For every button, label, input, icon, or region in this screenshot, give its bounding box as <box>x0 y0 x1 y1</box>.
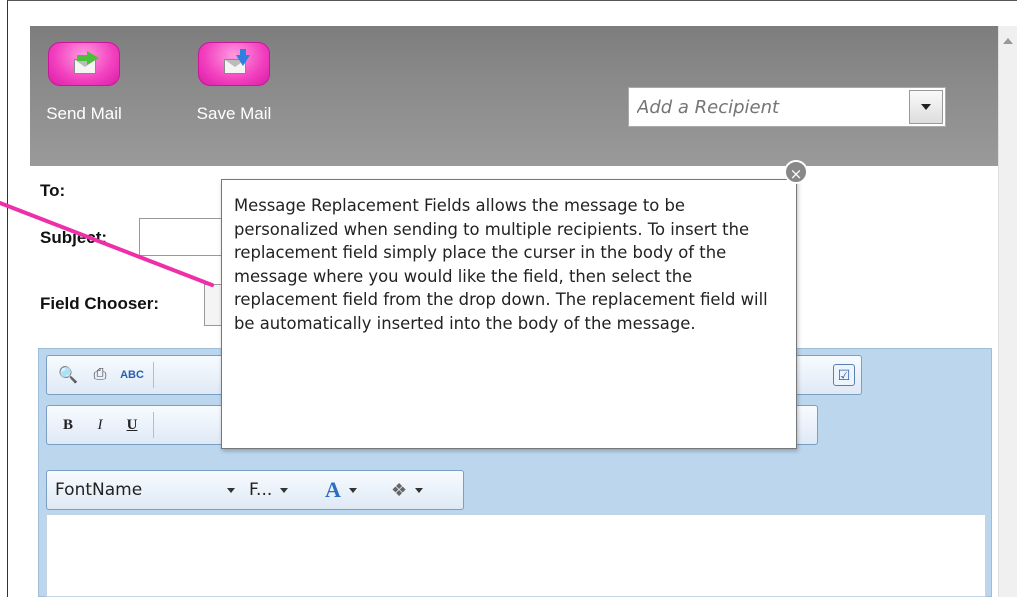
recipient-input[interactable] <box>629 88 909 126</box>
send-mail-label: Send Mail <box>46 104 122 123</box>
underline-button[interactable]: U <box>121 414 143 436</box>
font-size-value: F... <box>249 480 273 500</box>
subject-input[interactable] <box>139 218 229 256</box>
send-mail-button[interactable]: Send Mail <box>34 42 134 124</box>
send-mail-icon <box>48 42 120 86</box>
highlight-color-button[interactable]: ❖ <box>387 480 451 501</box>
highlight-icon: ❖ <box>391 479 408 500</box>
recipient-combobox[interactable] <box>628 87 946 127</box>
close-icon[interactable]: × <box>784 160 808 184</box>
toolbar-separator <box>153 412 154 438</box>
recipient-dropdown-button[interactable] <box>909 90 943 124</box>
preview-icon[interactable]: ☑ <box>833 364 855 386</box>
save-mail-button[interactable]: Save Mail <box>184 42 284 124</box>
font-name-value: FontName <box>55 480 143 500</box>
font-size-select[interactable]: F... <box>243 480 317 500</box>
font-color-button[interactable]: A <box>317 477 387 503</box>
field-chooser-label: Field Chooser: <box>40 294 160 313</box>
font-name-select[interactable]: FontName <box>47 480 243 500</box>
save-mail-label: Save Mail <box>196 104 272 123</box>
chevron-down-icon <box>921 104 931 110</box>
chevron-down-icon <box>227 487 235 493</box>
save-mail-icon <box>198 42 270 86</box>
scroll-up-arrow-icon[interactable] <box>1003 38 1013 44</box>
message-body[interactable] <box>46 514 986 597</box>
font-color-icon: A <box>325 477 341 502</box>
to-label: To: <box>40 181 66 200</box>
bold-button[interactable]: B <box>57 414 79 436</box>
toolbar-separator <box>153 362 154 388</box>
chevron-down-icon <box>280 487 289 493</box>
subject-label: Subject: <box>40 228 108 247</box>
print-icon[interactable]: ⎙ <box>89 364 111 386</box>
editor-font-row: FontName F... A ❖ <box>46 470 464 510</box>
help-tooltip: Message Replacement Fields allows the me… <box>221 179 797 449</box>
vertical-scrollbar[interactable] <box>998 26 1017 597</box>
chevron-down-icon <box>415 487 424 493</box>
find-icon[interactable]: 🔍 <box>57 364 79 386</box>
italic-button[interactable]: I <box>89 414 111 436</box>
spellcheck-icon[interactable]: ABC <box>120 364 144 386</box>
tooltip-text: Message Replacement Fields allows the me… <box>234 196 768 333</box>
chevron-down-icon <box>348 487 357 493</box>
